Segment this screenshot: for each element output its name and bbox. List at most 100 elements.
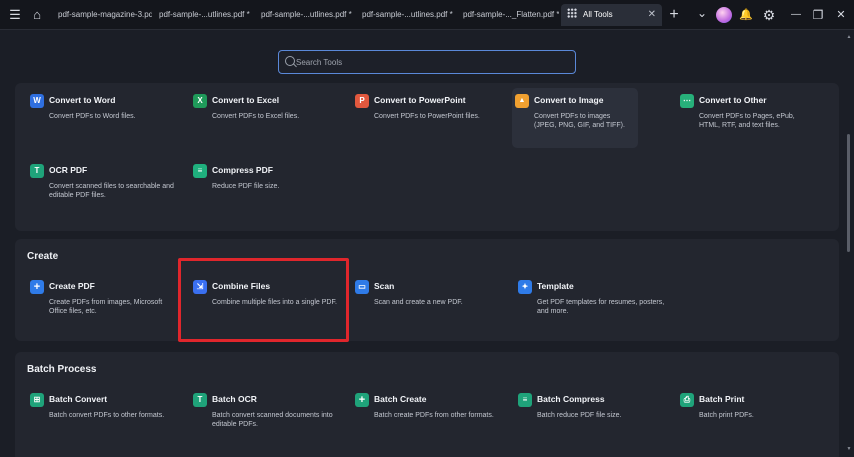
tool-description: Create PDFs from images, Microsoft Offic… <box>49 299 163 315</box>
tool-description: Batch print PDFs. <box>699 412 754 419</box>
tool-description: Batch reduce PDF file size. <box>537 412 622 419</box>
tool-convert-to-excel[interactable]: X Convert to Excel Convert PDFs to Excel… <box>190 88 340 148</box>
tool-batch-print[interactable]: ⎙ Batch Print Batch print PDFs. <box>677 387 827 447</box>
tool-name: Scan <box>374 281 395 291</box>
combine-icon: ⇲ <box>193 280 207 294</box>
create-section: Create + Create PDF Create PDFs from ima… <box>15 239 839 341</box>
powerpoint-icon: P <box>355 94 369 108</box>
tab-label: pdf-sample-..._Flatten.pdf * <box>463 10 559 19</box>
tool-description: Batch create PDFs from other formats. <box>374 412 494 419</box>
ocr-icon: T <box>30 164 44 178</box>
tool-name: Batch OCR <box>212 394 257 404</box>
scroll-up-icon[interactable]: ▲ <box>846 34 852 40</box>
tool-batch-create[interactable]: + Batch Create Batch create PDFs from ot… <box>352 387 502 447</box>
tab-document-3[interactable]: pdf-sample-...utlines.pdf * <box>255 4 355 26</box>
tool-description: Convert PDFs to PowerPoint files. <box>374 113 480 120</box>
tool-convert-to-word[interactable]: W Convert to Word Convert PDFs to Word f… <box>27 88 177 148</box>
tab-label: pdf-sample-...utlines.pdf * <box>362 10 453 19</box>
tool-convert-to-image[interactable]: ▲ Convert to Image Convert PDFs to image… <box>512 88 638 148</box>
tool-name: Compress PDF <box>212 165 273 175</box>
batch-compress-icon: ≡ <box>518 393 532 407</box>
tool-name: Template <box>537 281 574 291</box>
tool-name: Convert to Word <box>49 95 116 105</box>
tab-document-2[interactable]: pdf-sample-...utlines.pdf * <box>153 4 253 26</box>
home-icon[interactable]: ⌂ <box>28 6 46 24</box>
tab-document-4[interactable]: pdf-sample-...utlines.pdf * <box>356 4 456 26</box>
tool-batch-compress[interactable]: ≡ Batch Compress Batch reduce PDF file s… <box>515 387 665 447</box>
tool-create-pdf[interactable]: + Create PDF Create PDFs from images, Mi… <box>27 274 177 334</box>
batch-create-icon: + <box>355 393 369 407</box>
scan-icon: ▭ <box>355 280 369 294</box>
minimize-icon[interactable]: — <box>787 6 805 24</box>
template-icon: ✦ <box>518 280 532 294</box>
tool-name: Batch Compress <box>537 394 605 404</box>
tool-combine-files[interactable]: ⇲ Combine Files Combine multiple files i… <box>190 274 340 334</box>
scroll-thumb[interactable] <box>847 134 850 252</box>
tool-description: Convert PDFs to Excel files. <box>212 113 300 120</box>
tab-label: pdf-sample-...utlines.pdf * <box>159 10 250 19</box>
tool-name: Create PDF <box>49 281 95 291</box>
plus-icon: + <box>30 280 44 294</box>
convert-other-icon: ⋯ <box>680 94 694 108</box>
tool-description: Get PDF templates for resumes, posters, … <box>537 299 665 315</box>
tab-all-tools[interactable]: All Tools ✕ <box>561 4 662 26</box>
tool-ocr-pdf[interactable]: T OCR PDF Convert scanned files to searc… <box>27 158 177 218</box>
avatar[interactable] <box>716 7 732 23</box>
tool-description: Convert PDFs to Word files. <box>49 113 136 120</box>
section-title: Batch Process <box>27 364 97 375</box>
tool-description: Combine multiple files into a single PDF… <box>212 299 337 306</box>
tool-description: Batch convert scanned documents into edi… <box>212 412 333 428</box>
menu-icon[interactable]: ☰ <box>6 6 24 24</box>
grid-icon <box>567 8 577 18</box>
notification-bell-icon[interactable]: 🔔 <box>737 6 755 24</box>
section-title: Create <box>27 251 59 262</box>
tool-name: Convert to PowerPoint <box>374 95 466 105</box>
close-icon[interactable]: ✕ <box>832 6 850 24</box>
excel-icon: X <box>193 94 207 108</box>
tool-name: Combine Files <box>212 281 271 291</box>
tool-name: Convert to Excel <box>212 95 280 105</box>
tool-description: Reduce PDF file size. <box>212 183 280 190</box>
tool-batch-convert[interactable]: ⊞ Batch Convert Batch convert PDFs to ot… <box>27 387 177 447</box>
word-icon: W <box>30 94 44 108</box>
new-tab-icon[interactable]: + <box>665 6 683 24</box>
tab-close-icon[interactable]: ✕ <box>648 4 656 26</box>
tab-label: pdf-sample-magazine-3.pdf <box>58 10 152 19</box>
restore-icon[interactable]: ❐ <box>809 6 827 24</box>
search-icon <box>285 56 295 66</box>
chevron-down-icon[interactable]: ⌄ <box>693 6 711 24</box>
batch-convert-icon: ⊞ <box>30 393 44 407</box>
tool-description: Convert PDFs to images (JPEG, PNG, GIF, … <box>534 113 625 129</box>
all-tools-page: W Convert to Word Convert PDFs to Word f… <box>0 31 854 457</box>
batch-ocr-icon: T <box>193 393 207 407</box>
tool-convert-to-other[interactable]: ⋯ Convert to Other Convert PDFs to Pages… <box>677 88 827 148</box>
vertical-scrollbar[interactable]: ▲ ▼ <box>846 34 852 454</box>
tool-convert-to-powerpoint[interactable]: P Convert to PowerPoint Convert PDFs to … <box>352 88 502 148</box>
scroll-down-icon[interactable]: ▼ <box>846 446 852 452</box>
search-box[interactable] <box>278 50 576 74</box>
title-bar: ☰ ⌂ pdf-sample-magazine-3.pdf pdf-sample… <box>0 0 854 30</box>
tool-batch-ocr[interactable]: T Batch OCR Batch convert scanned docume… <box>190 387 340 447</box>
tool-name: Batch Create <box>374 394 427 404</box>
tab-document-5[interactable]: pdf-sample-..._Flatten.pdf * <box>457 4 559 26</box>
tool-description: Convert scanned files to searchable and … <box>49 183 174 199</box>
search-input[interactable] <box>295 51 565 73</box>
batch-process-section: Batch Process ⊞ Batch Convert Batch conv… <box>15 352 839 457</box>
tool-template[interactable]: ✦ Template Get PDF templates for resumes… <box>515 274 665 334</box>
tool-description: Convert PDFs to Pages, ePub, HTML, RTF, … <box>699 113 795 129</box>
batch-print-icon: ⎙ <box>680 393 694 407</box>
gear-icon[interactable]: ⚙ <box>760 6 778 24</box>
tool-scan[interactable]: ▭ Scan Scan and create a new PDF. <box>352 274 502 334</box>
tool-name: OCR PDF <box>49 165 88 175</box>
tool-compress-pdf[interactable]: ≡ Compress PDF Reduce PDF file size. <box>190 158 340 218</box>
tool-name: Batch Print <box>699 394 745 404</box>
tool-description: Batch convert PDFs to other formats. <box>49 412 165 419</box>
tool-description: Scan and create a new PDF. <box>374 299 463 306</box>
compress-icon: ≡ <box>193 164 207 178</box>
tab-document-1[interactable]: pdf-sample-magazine-3.pdf <box>52 4 152 26</box>
image-icon: ▲ <box>515 94 529 108</box>
tab-label: pdf-sample-...utlines.pdf * <box>261 10 352 19</box>
tool-name: Convert to Image <box>534 95 604 105</box>
tab-label: All Tools <box>583 10 613 19</box>
convert-section: W Convert to Word Convert PDFs to Word f… <box>15 83 839 231</box>
